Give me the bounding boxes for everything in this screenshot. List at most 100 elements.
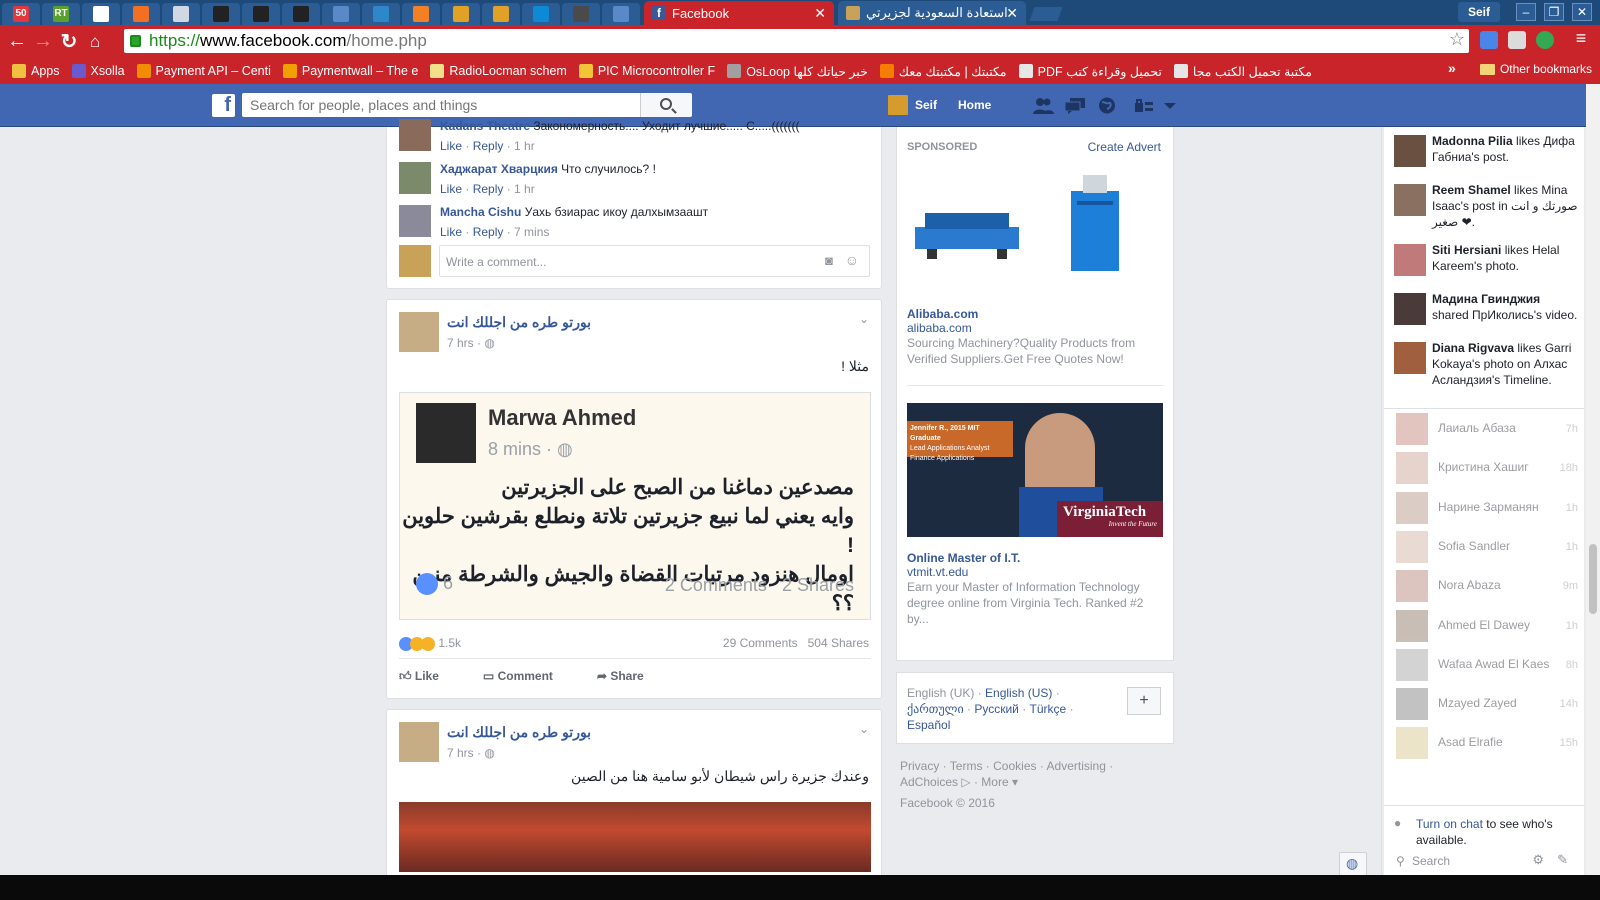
chat-friend[interactable]: Ahmed El Dawey 1h (1384, 606, 1584, 646)
ticker-item[interactable]: Мадина Гвинджия shared ПрИколись's video… (1384, 291, 1580, 325)
pinned-tab[interactable] (482, 3, 520, 25)
post-time[interactable]: 7 hrs · ◍ (447, 746, 495, 760)
new-message-icon[interactable]: ✎ (1557, 852, 1568, 868)
ticker-item[interactable]: Siti Hersiani likes Helal Kareem's photo… (1384, 242, 1580, 276)
restore-button[interactable]: ❐ (1544, 3, 1564, 21)
chat-friend[interactable]: Sofia Sandler 1h (1384, 527, 1584, 567)
turn-on-chat-link[interactable]: Turn on chat (1416, 817, 1483, 831)
reload-button[interactable]: ↻ (56, 29, 82, 54)
messages-icon[interactable] (1064, 97, 1086, 114)
ad-title[interactable]: Online Master of I.T. (907, 551, 1163, 565)
shared-post-image[interactable]: Marwa Ahmed 8 mins · ◍ مصدعين دماغنا من … (399, 392, 871, 620)
home-link[interactable]: Home (958, 98, 991, 112)
pinned-tab[interactable] (562, 3, 600, 25)
search-input[interactable] (242, 93, 640, 117)
footer-link[interactable]: Advertising (1047, 759, 1106, 773)
comment-like-link[interactable]: Like (440, 182, 462, 196)
bookmark-item[interactable]: PDF تحميل وقراءة كتب (1018, 64, 1162, 79)
account-menu-chevron-icon[interactable] (1160, 97, 1182, 114)
chat-search-input[interactable]: ⚲ Search (1396, 854, 1576, 868)
close-tab-icon[interactable]: ✕ (814, 5, 826, 22)
bookmark-star-icon[interactable]: ☆ (1449, 29, 1465, 50)
address-bar[interactable]: https://www.facebook.com/home.php ☆ (124, 29, 1469, 53)
profile-link[interactable]: Seif (888, 95, 937, 115)
menu-icon[interactable]: ≡ (1568, 28, 1594, 49)
privacy-shortcuts-icon[interactable] (1134, 97, 1156, 114)
ticker-item[interactable]: Madonna Pilia likes Дифа Габниа's post. (1384, 133, 1580, 167)
pinned-tab[interactable] (362, 3, 400, 25)
chat-friend[interactable]: Asad Elrafie 15h (1384, 723, 1584, 763)
pinned-tab[interactable]: RT (42, 3, 80, 25)
footer-link[interactable]: AdChoices (900, 775, 958, 789)
search-button[interactable] (640, 93, 692, 117)
translate-extension-icon[interactable] (1480, 31, 1498, 49)
comment-input[interactable]: Write a comment... ◙ ☺ (439, 245, 870, 277)
share-button[interactable]: ➦ Share (597, 659, 644, 694)
bookmark-item[interactable]: Xsolla (71, 64, 125, 78)
other-bookmarks[interactable]: Other bookmarks (1479, 62, 1592, 76)
post-options-chevron-icon[interactable]: ⌄ (859, 722, 869, 736)
chat-friend[interactable]: Кристина Хашиг 18h (1384, 448, 1584, 488)
post-options-chevron-icon[interactable]: ⌄ (859, 312, 869, 326)
language-link[interactable]: ქართული (907, 702, 964, 716)
more-languages-button[interactable]: + (1127, 687, 1161, 715)
comment-reply-link[interactable]: Reply (473, 139, 504, 153)
language-link[interactable]: Türkçe (1030, 702, 1067, 716)
bookmark-item[interactable]: Apps (12, 64, 60, 78)
language-link[interactable]: Русский (974, 702, 1019, 716)
ticker-item[interactable]: Reem Shamel likes Mina Isaac's post in ص… (1384, 182, 1580, 230)
pinned-tab[interactable]: 50 (2, 3, 40, 25)
ad-url[interactable]: vtmit.vt.edu (907, 565, 1163, 579)
chat-friend[interactable]: Wafaa Awad El Kaes 8h (1384, 645, 1584, 685)
post-time[interactable]: 7 hrs · ◍ (447, 336, 495, 350)
bookmarks-overflow-button[interactable]: » (1448, 60, 1456, 76)
cube-extension-icon[interactable] (1508, 31, 1526, 49)
bookmark-item[interactable]: RadioLocman schem (430, 64, 567, 78)
close-tab-icon[interactable]: ✕ (1006, 5, 1018, 22)
pinned-tab[interactable] (442, 3, 480, 25)
pinned-tab[interactable] (322, 3, 360, 25)
bookmark-item[interactable]: OsLoop خبر حياتك كلها (727, 64, 868, 79)
emoji-icon[interactable]: ☺ (845, 252, 859, 268)
ad-banner-image[interactable]: Jennifer R., 2015 MIT Graduate Lead Appl… (907, 403, 1163, 537)
create-advert-link[interactable]: Create Advert (1088, 140, 1161, 154)
pinned-tab[interactable] (122, 3, 160, 25)
pinned-tab[interactable] (162, 3, 200, 25)
avatar[interactable] (399, 162, 431, 194)
minimize-button[interactable]: – (1516, 3, 1536, 21)
share-count-link[interactable]: 504 Shares (808, 636, 869, 650)
language-globe-button[interactable]: ◍ (1339, 852, 1367, 876)
post-image[interactable] (399, 802, 871, 872)
pinned-tab[interactable] (602, 3, 640, 25)
comment-reply-link[interactable]: Reply (473, 225, 504, 239)
commenter-name[interactable]: Mancha Cishu (440, 205, 521, 219)
language-link[interactable]: English (US) (985, 686, 1052, 700)
ad-title[interactable]: Alibaba.com (907, 307, 1163, 321)
pinned-tab[interactable] (242, 3, 280, 25)
ad-image[interactable] (907, 171, 1163, 283)
globe-extension-icon[interactable] (1536, 31, 1554, 49)
close-window-button[interactable]: ✕ (1572, 3, 1592, 21)
avatar[interactable] (399, 722, 439, 762)
pinned-tab[interactable] (202, 3, 240, 25)
commenter-name[interactable]: Хаджарат Хварцкия (440, 162, 558, 176)
comment-time[interactable]: 1 hr (514, 139, 535, 153)
comment-like-link[interactable]: Like (440, 139, 462, 153)
tab-facebook[interactable]: f Facebook ✕ (644, 1, 834, 25)
comment-like-link[interactable]: Like (440, 225, 462, 239)
facebook-logo-icon[interactable]: f (212, 94, 235, 117)
window-user-badge[interactable]: Seif (1457, 2, 1500, 22)
back-button[interactable]: ← (4, 30, 30, 53)
post-author[interactable]: بورتو طره من اجللك انت (447, 314, 591, 331)
new-tab-button[interactable] (1029, 7, 1063, 21)
reaction-summary[interactable]: 1.5k (399, 636, 461, 651)
pinned-tab[interactable] (82, 3, 120, 25)
chat-friend[interactable]: Nora Abaza 9m (1384, 566, 1584, 606)
forward-button[interactable]: → (30, 30, 56, 53)
footer-link[interactable]: Privacy (900, 759, 939, 773)
page-scrollbar[interactable] (1586, 84, 1600, 875)
bookmark-item[interactable]: PIC Microcontroller F (578, 64, 715, 78)
footer-link[interactable]: Terms (950, 759, 983, 773)
footer-link[interactable]: More (981, 775, 1008, 789)
bookmark-item[interactable]: مكتبة تحميل الكتب مجا (1173, 64, 1312, 79)
